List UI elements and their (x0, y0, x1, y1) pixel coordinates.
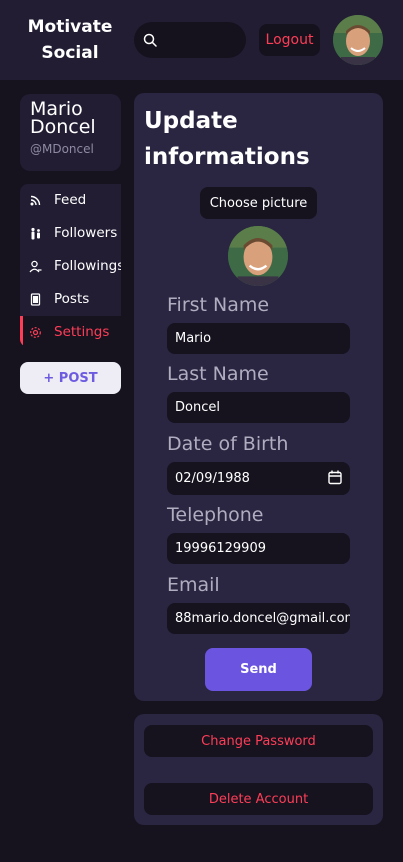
brand-line-2: Social (41, 43, 99, 63)
profile-last-name: Doncel (30, 116, 96, 138)
choose-picture-button[interactable]: Choose picture (200, 187, 317, 219)
first-name-field[interactable]: Mario (167, 323, 350, 354)
sidebar-item-feed[interactable]: Feed (20, 184, 121, 217)
new-post-button[interactable]: + POST (20, 362, 121, 394)
telephone-field[interactable]: 19996129909 (167, 533, 350, 564)
avatar-photo (333, 15, 383, 65)
birth-date-value: 02/09/1988 (175, 471, 250, 486)
gear-icon (30, 327, 41, 338)
birth-date-label: Date of Birth (167, 433, 289, 455)
update-form-panel: Update informations Choose picture First… (134, 93, 383, 701)
last-name-label: Last Name (167, 363, 269, 385)
sidebar-item-label: Followers (54, 225, 118, 241)
email-label: Email (167, 574, 220, 596)
account-actions-panel: Change Password Delete Account (134, 714, 383, 825)
send-button[interactable]: Send (205, 648, 312, 691)
change-password-button[interactable]: Change Password (144, 725, 373, 757)
avatar[interactable] (333, 15, 383, 65)
profile-card[interactable]: Mario Doncel @MDoncel (20, 94, 121, 171)
sidebar-item-label: Feed (54, 192, 87, 208)
brand-logo[interactable]: Motivate Social (20, 14, 120, 66)
rss-icon (30, 195, 41, 206)
logout-button[interactable]: Logout (259, 24, 320, 56)
top-header: Motivate Social Logout (0, 0, 403, 80)
following-icon (29, 260, 42, 273)
profile-handle: @MDoncel (30, 142, 94, 156)
sidebar-nav: Feed Followers Followings Posts Settings (20, 184, 121, 347)
brand-line-1: Motivate (27, 17, 113, 37)
search-input[interactable] (134, 22, 246, 58)
sidebar-item-followings[interactable]: Followings (20, 250, 121, 283)
email-field[interactable]: 88mario.doncel@gmail.com (167, 603, 350, 634)
followers-icon (31, 227, 40, 240)
page-title: Update informations (144, 108, 310, 170)
sidebar-item-posts[interactable]: Posts (20, 283, 121, 316)
search-icon (143, 33, 157, 47)
profile-picture-preview (228, 226, 288, 286)
sidebar-item-followers[interactable]: Followers (20, 217, 121, 250)
posts-icon (30, 293, 41, 306)
sidebar-item-label: Posts (54, 291, 90, 307)
sidebar-item-settings[interactable]: Settings (20, 316, 121, 347)
avatar-photo (228, 226, 288, 286)
delete-account-button[interactable]: Delete Account (144, 783, 373, 815)
calendar-icon[interactable] (328, 470, 342, 485)
first-name-label: First Name (167, 294, 270, 316)
telephone-label: Telephone (167, 504, 264, 526)
birth-date-field[interactable]: 02/09/1988 (167, 462, 350, 495)
sidebar-item-label: Settings (54, 324, 110, 340)
sidebar-item-label: Followings (54, 258, 121, 274)
last-name-field[interactable]: Doncel (167, 392, 350, 423)
